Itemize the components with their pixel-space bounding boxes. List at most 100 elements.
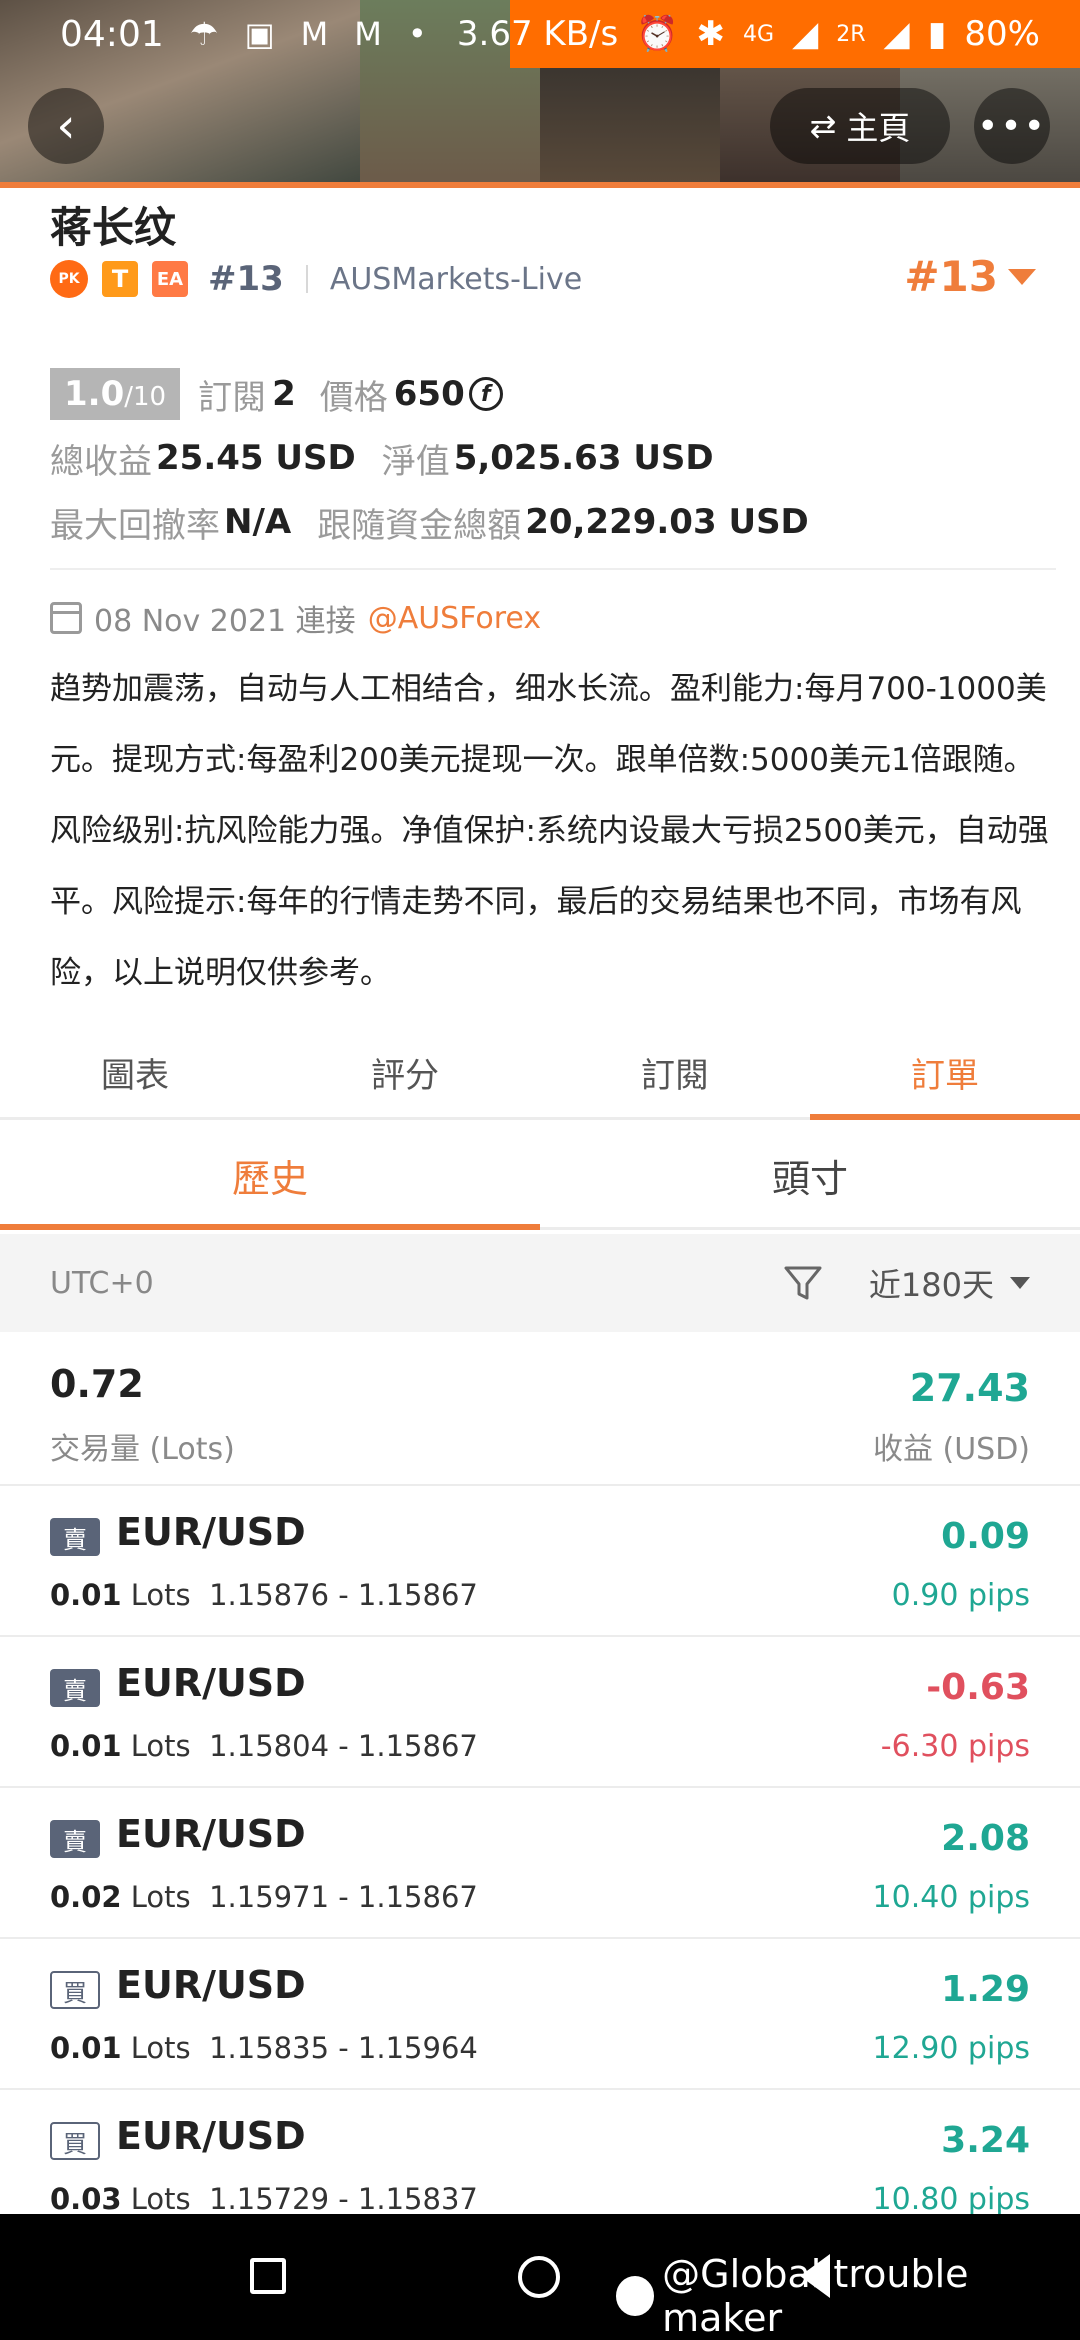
- order-detail: 0.01 Lots 1.15876 - 1.15867: [50, 1578, 478, 1612]
- rank-value: #13: [904, 252, 998, 301]
- image-icon: ▣: [244, 15, 275, 53]
- tab-orders[interactable]: 訂單: [810, 1028, 1080, 1120]
- coin-icon: f: [468, 377, 503, 411]
- stat-row: 最大回撤率 N/A 跟隨資金總額 20,229.03 USD: [50, 490, 1050, 554]
- total-lots-value: 0.72: [50, 1362, 144, 1406]
- status-bar: 04:01 ☂ ▣ M M • 3.67 KB/s ⏰ ✱ 4G ◢ 2R ◢ …: [0, 0, 1080, 68]
- price-label: 價格: [319, 377, 388, 418]
- tab-chart[interactable]: 圖表: [0, 1028, 270, 1117]
- order-prices: 1.15804 - 1.15867: [209, 1729, 478, 1763]
- home-nav-button[interactable]: [518, 2256, 560, 2298]
- recents-button[interactable]: [250, 2258, 286, 2294]
- max-drawdown-value: N/A: [224, 502, 292, 542]
- sell-badge: 賣: [50, 1518, 100, 1556]
- network-speed: 3.67 KB/s: [456, 14, 619, 54]
- caret-down-icon: [1008, 268, 1036, 285]
- signal-icon: ◢: [792, 14, 819, 54]
- filter-icon[interactable]: [783, 1263, 823, 1303]
- order-prices: 1.15971 - 1.15867: [209, 1880, 478, 1914]
- order-row[interactable]: 賣 EUR/USD 0.01 Lots 1.15876 - 1.15867 0.…: [0, 1486, 1080, 1637]
- battery-level: 80%: [964, 14, 1040, 54]
- watermark: @Global trouble maker: [616, 2252, 1080, 2340]
- order-prices: 1.15835 - 1.15964: [209, 2031, 478, 2065]
- order-row[interactable]: 賣 EUR/USD 0.02 Lots 1.15971 - 1.15867 2.…: [0, 1788, 1080, 1939]
- trader-name: 蒋长纹: [50, 203, 177, 252]
- battery-icon: ▮: [927, 14, 947, 54]
- follow-total-label: 跟隨資金總額: [317, 505, 522, 546]
- order-subtabs: 歷史 頭寸: [0, 1124, 1080, 1230]
- range-dropdown[interactable]: 近180天: [869, 1260, 1030, 1306]
- tab-subscribe[interactable]: 訂閱: [540, 1028, 810, 1117]
- order-pips: 0.90 pips: [891, 1578, 1030, 1613]
- order-pair: EUR/USD: [116, 1963, 306, 2007]
- ea-badge-icon: EA: [152, 261, 188, 297]
- rank-label: #13: [208, 259, 284, 299]
- equity-value: 5,025.63 USD: [453, 438, 714, 478]
- order-detail: 0.01 Lots 1.15804 - 1.15867: [50, 1729, 478, 1763]
- stats-panel: 1.0 /10 訂閱 2 價格 650 f 總收益 25.45 USD 淨值 5…: [50, 362, 1050, 554]
- subtab-positions[interactable]: 頭寸: [540, 1124, 1080, 1227]
- main-tabs: 圖表 評分 訂閱 訂單: [0, 1028, 1080, 1120]
- back-nav-button[interactable]: [800, 2254, 830, 2298]
- status-right: 3.67 KB/s ⏰ ✱ 4G ◢ 2R ◢ ▮ 80%: [457, 14, 1040, 54]
- stat-row: 總收益 25.45 USD 淨值 5,025.63 USD: [50, 426, 1050, 490]
- order-detail: 0.02 Lots 1.15971 - 1.15867: [50, 1880, 478, 1914]
- order-detail: 0.03 Lots 1.15729 - 1.15837: [50, 2182, 478, 2216]
- mail-icon: M: [300, 15, 329, 53]
- caret-down-icon: [1010, 1277, 1030, 1289]
- strategy-description: 趋势加震荡，自动与人工相结合，细水长流。盈利能力:每月700-1000美元。提现…: [50, 671, 1049, 991]
- tab-rating[interactable]: 評分: [270, 1028, 540, 1117]
- home-button[interactable]: ⇄ 主頁: [770, 88, 950, 164]
- order-profit: -0.63: [926, 1667, 1030, 1708]
- back-button[interactable]: ‹: [28, 88, 104, 164]
- lots-unit: Lots: [130, 2182, 191, 2216]
- watermark-text: @Global trouble maker: [662, 2252, 969, 2340]
- order-row[interactable]: 賣 EUR/USD 0.01 Lots 1.15804 - 1.15867 -0…: [0, 1637, 1080, 1788]
- t-badge-icon: T: [102, 261, 138, 297]
- pk-badge-icon: PK: [50, 260, 88, 298]
- order-row[interactable]: 買 EUR/USD 0.01 Lots 1.15835 - 1.15964 1.…: [0, 1939, 1080, 2090]
- mail-icon: M: [354, 15, 382, 53]
- sell-badge: 賣: [50, 1669, 100, 1707]
- section-divider: [50, 568, 1056, 570]
- rank-dropdown[interactable]: #13: [904, 252, 1036, 301]
- order-profit: 1.29: [941, 1969, 1030, 2010]
- calendar-icon: [50, 602, 82, 634]
- sell-badge: 賣: [50, 1820, 100, 1858]
- equity-label: 淨值: [381, 441, 450, 482]
- bluetooth-icon: ✱: [696, 14, 726, 54]
- total-profit-value: 25.45 USD: [156, 438, 356, 478]
- server-name: AUSMarkets-Live: [329, 261, 583, 297]
- subscribe-value: 2: [272, 374, 296, 414]
- range-label: 近180天: [868, 1266, 994, 1304]
- order-lots: 0.01: [50, 1729, 122, 1763]
- profile-header-banner: 04:01 ☂ ▣ M M • 3.67 KB/s ⏰ ✱ 4G ◢ 2R ◢ …: [0, 0, 1080, 188]
- order-pair: EUR/USD: [116, 1510, 306, 1554]
- order-pips: 10.40 pips: [872, 1880, 1030, 1915]
- more-button[interactable]: •••: [974, 88, 1050, 164]
- signal-label: 2R: [836, 21, 866, 47]
- broker-mention-link[interactable]: @AUSForex: [368, 601, 541, 636]
- order-lots: 0.01: [50, 2031, 122, 2065]
- divider: [305, 265, 308, 293]
- home-label: 主頁: [846, 109, 911, 147]
- order-detail: 0.01 Lots 1.15835 - 1.15964: [50, 2031, 478, 2065]
- timezone-label: UTC+0: [50, 1265, 154, 1301]
- order-profit: 2.08: [941, 1818, 1030, 1859]
- signal-label: 4G: [743, 21, 775, 47]
- order-lots: 0.01: [50, 1578, 122, 1612]
- signal-icon: ◢: [883, 14, 910, 54]
- max-drawdown-label: 最大回撤率: [50, 505, 220, 546]
- order-pair: EUR/USD: [116, 1812, 306, 1856]
- swap-icon: ⇄: [809, 107, 837, 145]
- trader-badges: PK T EA #13 AUSMarkets-Live: [50, 254, 582, 304]
- score-badge: 1.0 /10: [50, 368, 181, 420]
- subtab-history[interactable]: 歷史: [0, 1124, 540, 1230]
- order-pair: EUR/USD: [116, 1661, 306, 1705]
- order-lots: 0.03: [50, 2182, 122, 2216]
- watermark-logo-icon: [616, 2276, 655, 2316]
- buy-badge: 買: [50, 1971, 100, 2009]
- subscribe-label: 訂閱: [198, 377, 267, 418]
- follow-total-value: 20,229.03 USD: [525, 502, 809, 542]
- order-pips: 12.90 pips: [872, 2031, 1030, 2066]
